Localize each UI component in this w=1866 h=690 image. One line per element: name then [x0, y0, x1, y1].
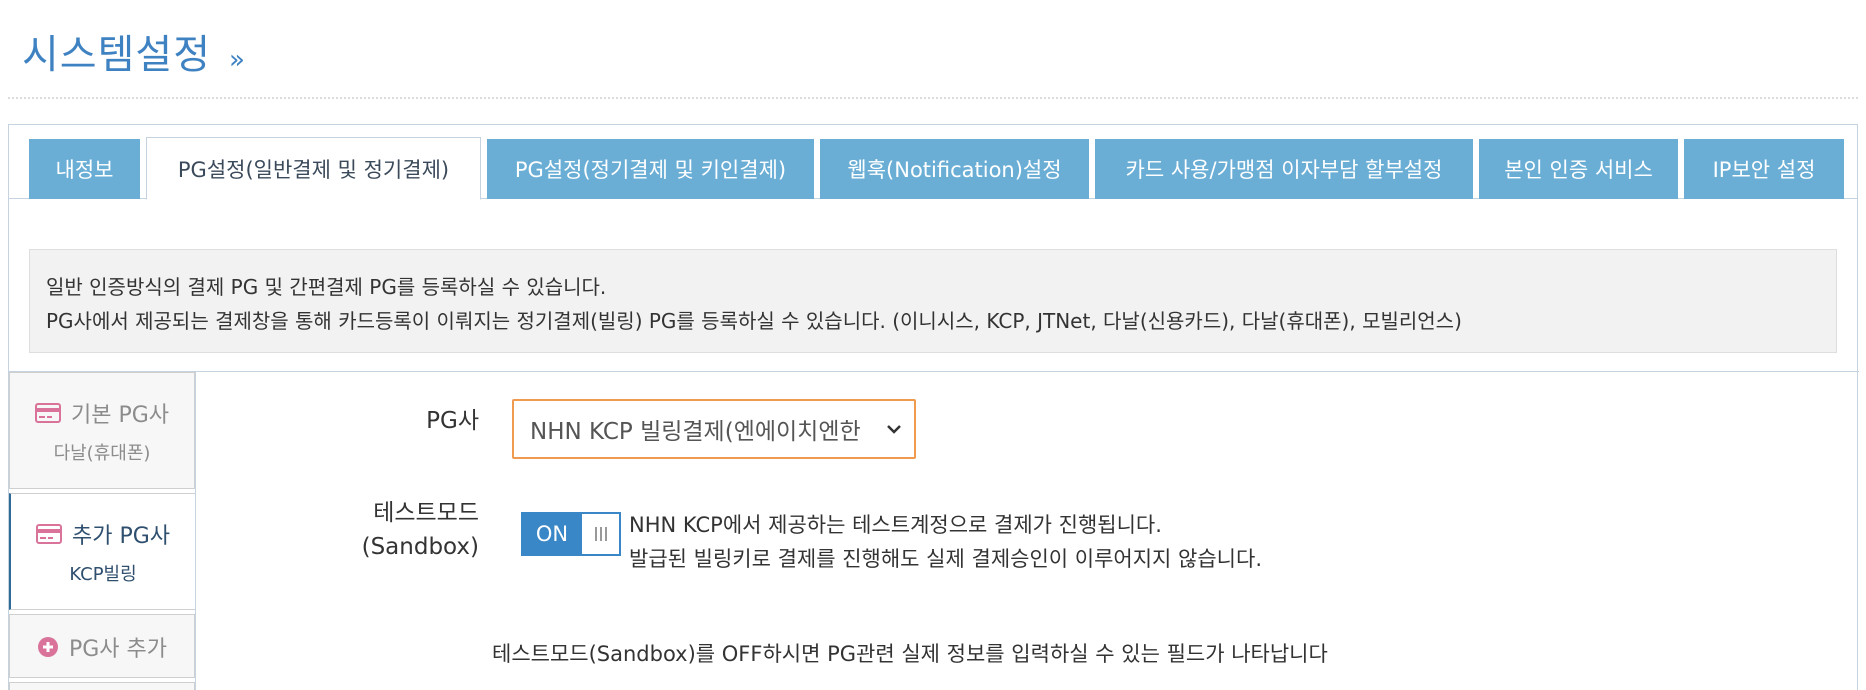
pg-config-area: 기본 PG사 다날(휴대폰) 추가 PG사 KCP빌링 PG사 추가 PG사 N… [9, 371, 1859, 690]
chevron-down-icon [887, 425, 901, 434]
toggle-state-label: ON [535, 522, 569, 546]
pg-sidebar: 기본 PG사 다날(휴대폰) 추가 PG사 KCP빌링 PG사 추가 [9, 372, 195, 690]
sidebar-item-additional-pg[interactable]: 추가 PG사 KCP빌링 [9, 493, 195, 610]
info-box: 일반 인증방식의 결제 PG 및 간편결제 PG를 등록하실 수 있습니다. P… [29, 249, 1837, 353]
tab-pg-general[interactable]: PG설정(일반결제 및 정기결제) [146, 137, 481, 200]
sidebar-item-blank [9, 682, 195, 690]
tab-bar: 내정보 PG설정(일반결제 및 정기결제) PG설정(정기결제 및 키인결제) … [9, 125, 1857, 200]
info-line-1: 일반 인증방식의 결제 PG 및 간편결제 PG를 등록하실 수 있습니다. [46, 275, 607, 299]
page-title-text: 시스템설정 [22, 32, 211, 78]
sidebar-item-title: PG사 추가 [68, 637, 168, 662]
test-mode-description: NHN KCP에서 제공하는 테스트계정으로 결제가 진행됩니다. 발급된 빌링… [629, 513, 1262, 571]
sidebar-add-pg-button[interactable]: PG사 추가 [9, 614, 195, 678]
title-divider [8, 97, 1858, 99]
test-mode-toggle[interactable]: ON [521, 512, 621, 556]
sidebar-item-default-pg[interactable]: 기본 PG사 다날(휴대폰) [9, 372, 195, 489]
pg-company-select-value: NHN KCP 빌링결제(엔에이치엔한 [530, 419, 861, 445]
settings-panel: 내정보 PG설정(일반결제 및 정기결제) PG설정(정기결제 및 키인결제) … [8, 124, 1859, 690]
grip-lines-icon [594, 527, 607, 541]
tab-ip-security[interactable]: IP보안 설정 [1684, 139, 1844, 199]
pg-company-label: PG사 [426, 408, 479, 434]
credit-card-icon [35, 524, 62, 544]
credit-card-icon [34, 403, 61, 423]
info-line-2: PG사에서 제공되는 결제창을 통해 카드등록이 이뤄지는 정기결제(빌링) P… [46, 309, 1462, 333]
test-mode-label: 테스트모드 (Sandbox) [361, 500, 479, 560]
tab-card-installment[interactable]: 카드 사용/가맹점 이자부담 할부설정 [1095, 139, 1473, 199]
system-settings-page: 시스템설정 » 내정보 PG설정(일반결제 및 정기결제) PG설정(정기결제 … [0, 0, 1866, 690]
tab-pg-recurring[interactable]: PG설정(정기결제 및 키인결제) [487, 139, 814, 199]
sandbox-off-note: 테스트모드(Sandbox)를 OFF하시면 PG관련 실제 정보를 입력하실 … [492, 642, 1328, 666]
pg-company-select[interactable]: NHN KCP 빌링결제(엔에이치엔한 [512, 399, 916, 459]
tab-webhook[interactable]: 웹훅(Notification)설정 [820, 139, 1089, 199]
tab-my-info[interactable]: 내정보 [29, 139, 140, 199]
toggle-knob [581, 514, 619, 554]
sidebar-item-sub: KCP빌링 [69, 564, 137, 585]
page-title: 시스템설정 » [22, 22, 245, 80]
plus-circle-icon [37, 637, 58, 657]
content-divider [195, 372, 196, 690]
sidebar-item-sub: 다날(휴대폰) [53, 443, 151, 464]
sidebar-item-title: 기본 PG사 [70, 403, 170, 428]
tab-identity-verification[interactable]: 본인 인증 서비스 [1479, 139, 1678, 199]
title-chevron-icon: » [229, 45, 245, 75]
sidebar-item-title: 추가 PG사 [71, 524, 171, 549]
